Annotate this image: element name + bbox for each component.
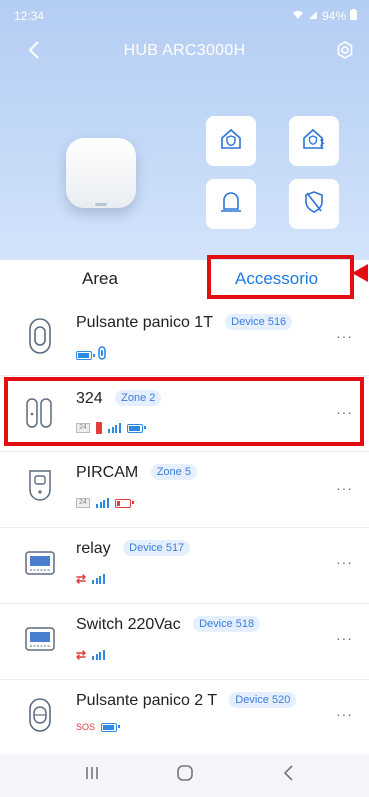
device-badge: Device 516 [225,314,293,330]
device-status [76,346,106,365]
annotation-arrow [352,264,368,282]
disarm-button[interactable] [289,179,339,229]
device-status: ⇄ [76,648,105,662]
more-options-button[interactable]: ··· [336,630,353,646]
list-item[interactable]: Pulsante panico 1T Device 516 ··· [0,300,369,375]
device-status: ⇄ [76,572,105,586]
panic-status-icon [98,346,106,365]
more-options-button[interactable]: ··· [336,706,353,722]
sos-indicator: SOS [76,722,96,732]
disarm-shield-icon [301,189,327,220]
highlight-box-row [4,377,364,446]
title-bar: HUB ARC3000H [0,36,369,66]
low-battery-icon [114,498,134,508]
more-options-button[interactable]: ··· [336,328,353,344]
signal-strength-icon [92,650,105,660]
hub-header: 12:34 94% HUB ARC3000H [0,0,369,260]
tab-area[interactable]: Area [82,269,118,289]
device-badge: Device 518 [193,616,261,632]
more-options-button[interactable]: ··· [336,554,353,570]
relay-state-icon: ⇄ [76,572,87,586]
list-item[interactable]: Switch 220Vac Device 518 ⇄ ··· [0,604,369,679]
device-badge: Device 517 [123,540,191,556]
system-nav-bar [0,754,369,797]
list-item[interactable]: Pulsante panico 2 T Device 520 SOS ··· [0,680,369,755]
panic-button-icon [22,317,58,355]
device-badge: Zone 5 [150,464,197,480]
relay-state-icon: ⇄ [76,648,87,662]
chip-24-icon: 24 [76,498,90,508]
away-shield-icon [301,126,327,157]
status-bar: 12:34 94% [0,0,369,26]
hub-device-image [66,138,136,208]
device-name: relay [76,540,111,557]
home-shield-icon [218,126,244,157]
more-options-button[interactable]: ··· [336,480,353,496]
gear-icon[interactable] [335,40,355,65]
siren-icon [217,189,245,220]
pircam-icon [22,466,58,504]
list-item[interactable]: relay Device 517 ⇄ ··· [0,528,369,603]
back-nav-button[interactable] [282,764,294,787]
relay-icon [22,544,58,582]
home-button[interactable] [176,764,194,787]
alarm-button[interactable] [206,179,256,229]
device-name: Pulsante panico 1T [76,314,213,331]
signal-icon [308,9,318,23]
device-name: Pulsante panico 2 T [76,692,217,709]
page-title: HUB ARC3000H [123,42,246,59]
device-list: Pulsante panico 1T Device 516 ··· 324 Zo… [0,300,369,754]
battery-icon [350,9,357,23]
list-item[interactable]: PIRCAM Zone 5 24 ··· [0,452,369,527]
device-name: Switch 220Vac [76,616,181,633]
home-arm-button[interactable] [206,116,256,166]
recent-apps-button[interactable] [84,764,100,787]
device-status: 24 [76,498,134,508]
battery-icon [76,351,95,360]
status-time: 12:34 [14,9,45,23]
battery-icon [101,722,121,732]
highlight-box-tab [207,255,354,299]
battery-text: 94% [321,9,346,23]
device-name: PIRCAM [76,464,139,481]
device-badge: Device 520 [229,692,297,708]
signal-strength-icon [96,498,109,508]
wifi-icon [292,9,304,23]
signal-strength-icon [92,574,105,584]
switch-icon [22,620,58,658]
panic-button-icon [22,696,58,734]
device-status: SOS [76,722,121,732]
away-arm-button[interactable] [289,116,339,166]
